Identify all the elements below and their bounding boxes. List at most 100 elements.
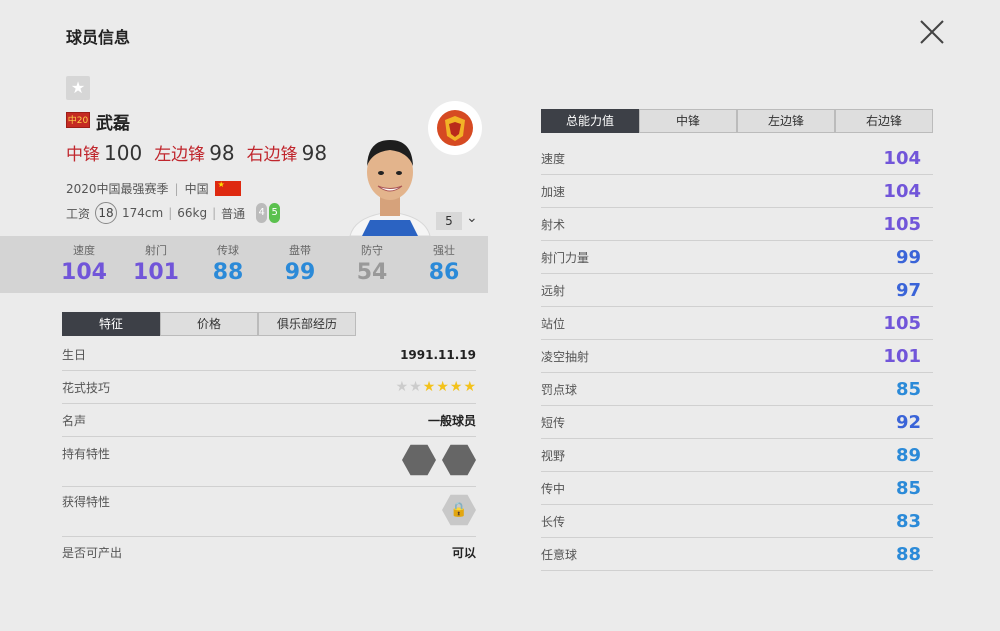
height: 174cm [122,206,164,220]
stat-label: 盘带 [289,244,311,257]
attribute-value: 97 [895,279,921,301]
position-badge: 中20 [66,112,90,128]
attribute-row: 视野 89 [541,439,933,472]
attribute-value: 88 [895,543,921,565]
attribute-list: 速度 104 加速 104 射术 105 射门力量 99 远射 97 站位 105 凌空抽射 101 罚点球… [541,142,933,571]
stat-label: 传球 [217,244,239,257]
attribute-label: 远射 [541,283,566,298]
summary-stat: 防守 54 [336,236,408,293]
season-info: 2020中国最强赛季 | 中国 [66,180,241,197]
rating-val: 98 [209,141,235,165]
attribute-label: 传中 [541,481,566,496]
attribute-value: 104 [883,147,921,169]
info-row-acquire: 获得特性 🔒 [62,487,476,537]
tab-traits[interactable]: 特征 [62,312,160,336]
star-filled-icon: ★ [436,379,449,395]
tab-rw[interactable]: 右边锋 [835,109,933,133]
weight: 66kg [177,206,208,220]
summary-stat: 速度 104 [48,236,120,293]
attribute-row: 射门力量 99 [541,241,933,274]
tab-price[interactable]: 价格 [160,312,258,336]
left-foot: 4 [256,203,268,223]
finesse-trait-icon[interactable] [442,444,476,476]
attribute-label: 加速 [541,184,566,199]
attribute-value: 105 [883,312,921,334]
tab-lw[interactable]: 左边锋 [737,109,835,133]
info-label: 持有特性 [62,447,111,461]
club-logo [428,101,482,155]
summary-stats: 速度 104 射门 101 传球 88 盘带 99 防守 54 强壮 86 [0,236,488,293]
rating-pos: 左边锋 [154,145,206,165]
rating-val: 98 [301,141,328,165]
card-level[interactable]: 5 [436,212,462,230]
tab-overall[interactable]: 总能力值 [541,109,639,133]
attribute-label: 站位 [541,316,566,331]
attribute-label: 短传 [541,415,566,430]
attribute-row: 短传 92 [541,406,933,439]
attribute-row: 站位 105 [541,307,933,340]
attribute-label: 射门力量 [541,250,590,265]
attribute-row: 罚点球 85 [541,373,933,406]
attribute-label: 任意球 [541,547,578,562]
summary-stat: 盘带 99 [264,236,336,293]
stat-value: 104 [61,260,107,285]
attribute-value: 104 [883,180,921,202]
rating-pos: 中锋 [66,145,100,165]
attribute-label: 速度 [541,151,566,166]
tab-st[interactable]: 中锋 [639,109,737,133]
info-row-produce: 是否可产出 可以 [62,537,476,567]
star-filled-icon: ★ [463,379,476,395]
info-value: 可以 [451,545,476,560]
info-label: 获得特性 [62,495,111,509]
attribute-label: 凌空抽射 [541,349,590,364]
chevron-down-icon[interactable]: ⌄ [466,210,478,226]
attribute-value: 83 [895,510,921,532]
diamond-trait-icon[interactable] [402,444,436,476]
info-label: 是否可产出 [62,545,123,560]
attribute-row: 长传 83 [541,505,933,538]
season-label: 2020中国最强赛季 [66,182,169,196]
rating-pos: 右边锋 [246,145,298,165]
close-icon[interactable] [918,18,946,46]
stat-label: 速度 [73,244,95,257]
stat-value: 54 [356,260,388,285]
skill-stars: ★ ★ ★ ★ ★ ★ [396,379,476,395]
stat-label: 射门 [145,244,167,257]
lock-icon[interactable]: 🔒 [442,494,476,526]
favorite-star-button[interactable]: ★ [66,76,90,100]
stat-label: 强壮 [433,244,455,257]
info-label: 花式技巧 [62,380,111,395]
info-label: 生日 [62,348,87,362]
attribute-value: 105 [883,213,921,235]
info-rows: 生日 1991.11.19 花式技巧 ★ ★ ★ ★ ★ ★ 名声 一般球员 持… [62,339,476,567]
star-empty-icon: ★ [409,379,422,395]
info-value: 一般球员 [427,413,476,428]
attribute-row: 速度 104 [541,142,933,175]
attribute-value: 85 [895,477,921,499]
page-title: 球员信息 [66,28,131,47]
attribute-row: 加速 104 [541,175,933,208]
stat-value: 99 [284,260,316,285]
attribute-label: 长传 [541,514,566,529]
attribute-value: 89 [895,444,921,466]
star-empty-icon: ★ [395,379,409,395]
attribute-value: 99 [895,246,921,268]
stat-value: 88 [212,260,244,285]
player-name: 武磊 [96,114,130,134]
body-type: 普通 [221,206,246,221]
attribute-row: 远射 97 [541,274,933,307]
tab-club-history[interactable]: 俱乐部经历 [258,312,356,336]
attribute-label: 罚点球 [541,382,578,397]
info-row-birthday: 生日 1991.11.19 [62,339,476,371]
attribute-row: 传中 85 [541,472,933,505]
nation-label: 中国 [184,182,209,196]
info-row-traits: 持有特性 [62,437,476,487]
attribute-label: 视野 [541,448,566,463]
right-foot: 5 [269,203,281,223]
attr-tabs: 总能力值 中锋 左边锋 右边锋 [541,109,933,133]
position-ratings: 中锋 100 左边锋 98 右边锋 98 [66,140,327,165]
player-photo [340,128,440,236]
info-row-skill: 花式技巧 ★ ★ ★ ★ ★ ★ [62,371,476,404]
info-row-fame: 名声 一般球员 [62,404,476,437]
star-filled-icon: ★ [422,379,436,395]
